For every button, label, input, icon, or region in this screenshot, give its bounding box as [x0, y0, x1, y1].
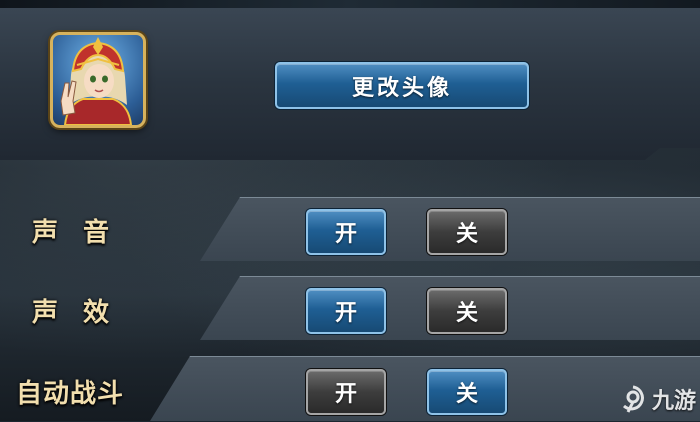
sound-on-button[interactable]: 开	[306, 209, 386, 255]
sound-effects-off-button[interactable]: 关	[427, 288, 507, 334]
watermark-text: 九游	[651, 389, 696, 414]
auto-battle-on-button[interactable]: 开	[306, 369, 386, 415]
sound-off-button[interactable]: 关	[427, 209, 507, 255]
change-avatar-button[interactable]: 更改头像	[275, 62, 529, 109]
watermark: 九游	[618, 383, 696, 415]
auto-battle-off-button[interactable]: 关	[427, 369, 507, 415]
setting-label-auto-battle: 自动战斗	[16, 379, 125, 409]
9game-logo-icon	[622, 385, 644, 413]
avatar[interactable]	[50, 32, 146, 128]
setting-label-sound: 声 音	[32, 218, 118, 248]
character-portrait-icon	[60, 37, 133, 125]
setting-label-sound-effects: 声 效	[32, 298, 118, 328]
sound-effects-on-button[interactable]: 开	[306, 288, 386, 334]
